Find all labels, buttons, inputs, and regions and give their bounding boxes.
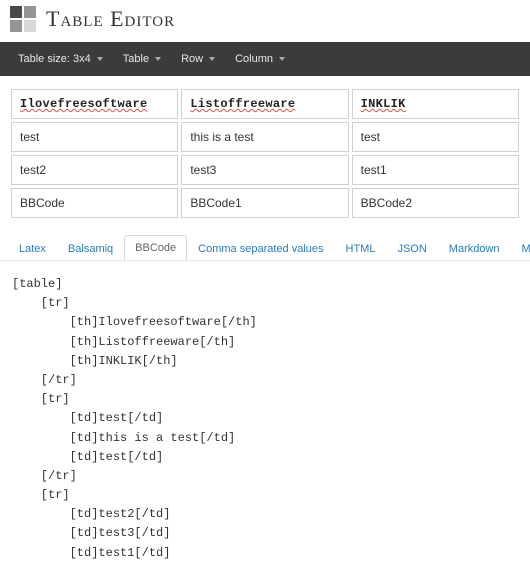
tab-latex[interactable]: Latex — [8, 236, 57, 261]
header-text: Listoffreeware — [190, 97, 295, 111]
table-cell[interactable]: test2 — [11, 155, 178, 185]
table-cell[interactable]: test3 — [181, 155, 348, 185]
toolbar-item-label: Row — [181, 53, 203, 65]
table-header-cell[interactable]: Ilovefreesoftware — [11, 89, 178, 119]
toolbar-item-2[interactable]: Row — [171, 42, 225, 76]
table-cell[interactable]: test1 — [352, 155, 519, 185]
table-cell[interactable]: BBCode1 — [181, 188, 348, 218]
app-header: Table Editor — [0, 0, 530, 36]
table-header-cell[interactable]: INKLIK — [352, 89, 519, 119]
header-text: Ilovefreesoftware — [20, 97, 148, 111]
chevron-down-icon — [209, 57, 215, 61]
chevron-down-icon — [279, 57, 285, 61]
table-cell[interactable]: test — [11, 122, 178, 152]
app-logo-icon — [10, 6, 36, 32]
toolbar-item-label: Table — [123, 53, 149, 65]
table-header-cell[interactable]: Listoffreeware — [181, 89, 348, 119]
code-output[interactable]: [table] [tr] [th]Ilovefreesoftware[/th] … — [0, 261, 530, 573]
toolbar-item-label: Column — [235, 53, 273, 65]
table-cell[interactable]: BBCode — [11, 188, 178, 218]
table-row: test2test3test1 — [11, 155, 519, 185]
data-table: Ilovefreesoftware Listoffreeware INKLIK te… — [8, 86, 522, 221]
tab-balsamiq[interactable]: Balsamiq — [57, 236, 124, 261]
chevron-down-icon — [97, 57, 103, 61]
toolbar-item-label: Table size: 3x4 — [18, 53, 91, 65]
toolbar-item-1[interactable]: Table — [113, 42, 171, 76]
table-header-row: Ilovefreesoftware Listoffreeware INKLIK — [11, 89, 519, 119]
tab-comma-separated-values[interactable]: Comma separated values — [187, 236, 334, 261]
menu-toolbar: Table size: 3x4 Table Row Column — [0, 42, 530, 76]
tab-json[interactable]: JSON — [386, 236, 437, 261]
table-row: testthis is a testtest — [11, 122, 519, 152]
table-cell[interactable]: this is a test — [181, 122, 348, 152]
table-body: testthis is a testtesttest2test3test1BBC… — [11, 122, 519, 218]
output-tabs: LatexBalsamiqBBCodeComma separated value… — [0, 229, 530, 261]
table-row: BBCodeBBCode1BBCode2 — [11, 188, 519, 218]
chevron-down-icon — [155, 57, 161, 61]
app-title: Table Editor — [46, 6, 175, 32]
tab-mathematica[interactable]: Mathematica — [511, 236, 530, 261]
tab-html[interactable]: HTML — [335, 236, 387, 261]
table-cell[interactable]: test — [352, 122, 519, 152]
toolbar-item-3[interactable]: Column — [225, 42, 295, 76]
table-container: Ilovefreesoftware Listoffreeware INKLIK te… — [0, 76, 530, 229]
tab-bbcode[interactable]: BBCode — [124, 235, 187, 261]
tab-markdown[interactable]: Markdown — [438, 236, 511, 261]
toolbar-item-0[interactable]: Table size: 3x4 — [8, 42, 113, 76]
table-cell[interactable]: BBCode2 — [352, 188, 519, 218]
header-text: INKLIK — [361, 97, 406, 111]
